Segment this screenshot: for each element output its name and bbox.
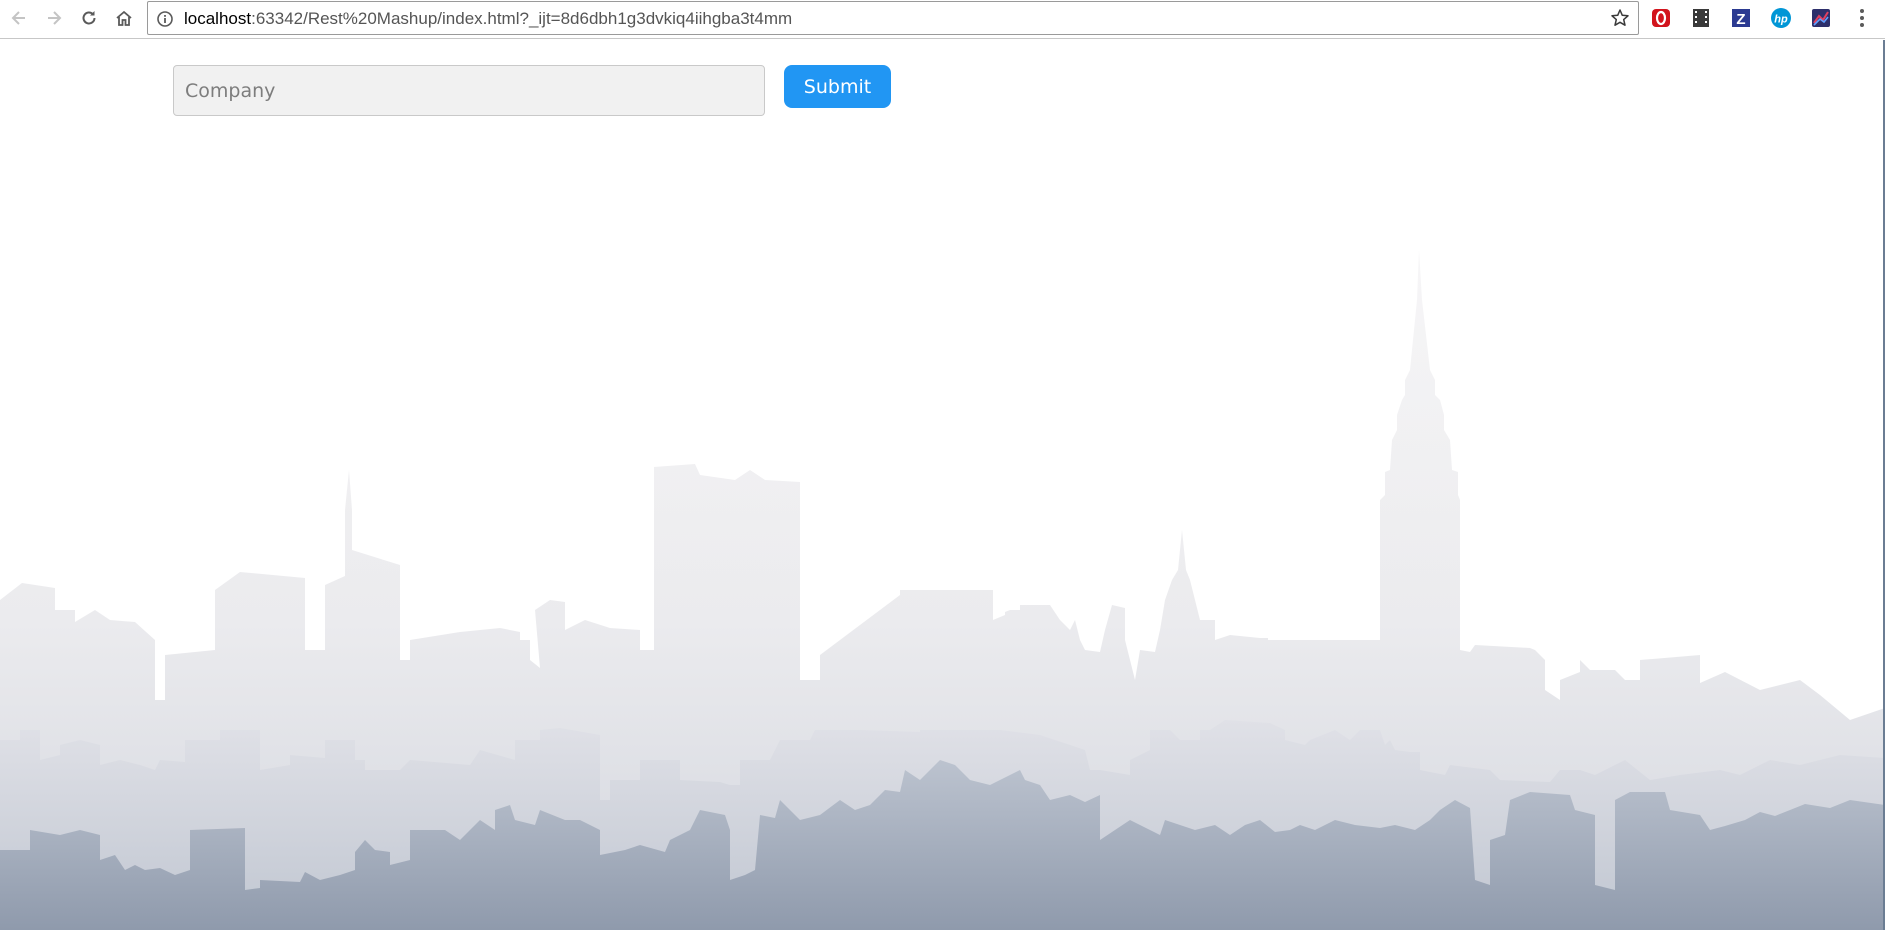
url-text[interactable]: localhost:63342/Rest%20Mashup/index.html…	[184, 9, 792, 29]
svg-text:Z: Z	[1736, 11, 1745, 28]
url-path: :63342/Rest%20Mashup/index.html?_ijt=8d6…	[251, 9, 793, 28]
address-bar[interactable]: localhost:63342/Rest%20Mashup/index.html…	[147, 1, 1639, 35]
reload-button[interactable]	[74, 3, 104, 33]
city-skyline-background	[0, 40, 1885, 930]
company-input[interactable]	[173, 65, 765, 116]
submit-button[interactable]: Submit	[784, 65, 891, 108]
url-host: localhost	[184, 9, 252, 28]
opera-extension-icon[interactable]	[1648, 5, 1674, 31]
menu-dots-icon[interactable]	[1852, 5, 1872, 31]
hp-extension-icon[interactable]: hp	[1768, 5, 1794, 31]
back-arrow-icon	[11, 11, 25, 25]
star-icon[interactable]	[1610, 8, 1630, 33]
forward-button[interactable]	[39, 3, 69, 33]
home-button[interactable]	[109, 3, 139, 33]
page-content: Submit	[0, 40, 1885, 930]
browser-toolbar: localhost:63342/Rest%20Mashup/index.html…	[0, 0, 1885, 39]
forward-arrow-icon	[48, 11, 62, 25]
film-extension-icon[interactable]	[1688, 5, 1714, 31]
chart-extension-icon[interactable]	[1808, 5, 1834, 31]
svg-text:hp: hp	[1774, 14, 1788, 26]
info-icon[interactable]	[156, 10, 174, 33]
reload-icon	[82, 11, 96, 25]
home-icon	[116, 10, 132, 26]
zotero-extension-icon[interactable]: Z	[1728, 5, 1754, 31]
back-button[interactable]	[4, 3, 34, 33]
